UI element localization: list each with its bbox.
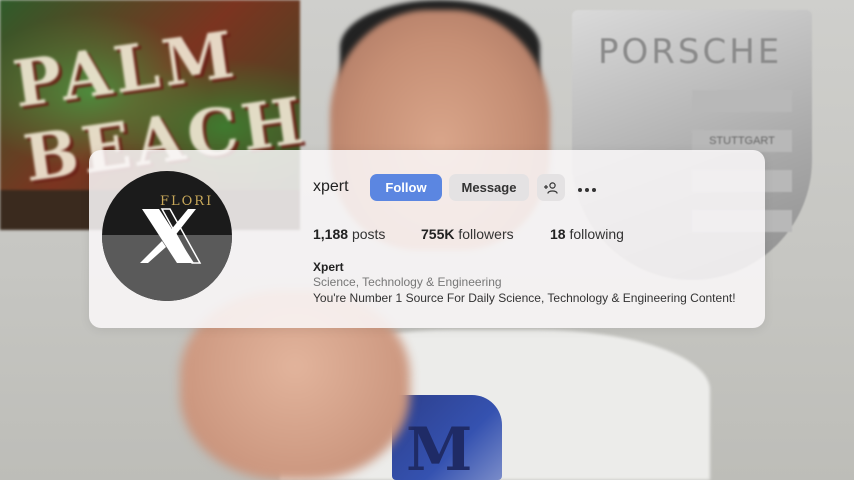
bio-description: You're Number 1 Source For Daily Science… — [313, 291, 736, 305]
following-label: following — [569, 226, 624, 242]
followers-stat[interactable]: 755K followers — [421, 226, 514, 242]
posts-count: 1,188 — [313, 226, 349, 242]
profile-username: xpert — [313, 178, 349, 195]
profile-avatar[interactable]: FLORI — [102, 171, 232, 301]
posts-label: posts — [351, 226, 386, 242]
profile-card: FLORI xpert Follow Message 1,188 posts 7… — [89, 150, 765, 328]
followers-label: followers — [458, 226, 514, 242]
posts-stat: 1,188 posts — [313, 226, 385, 242]
more-options-button[interactable] — [576, 178, 598, 196]
shirt-logo-letter: M — [406, 415, 473, 480]
crest-stripe — [692, 90, 792, 112]
followers-count: 755K — [421, 226, 455, 242]
video-frame: PALM BEACH PORSCHE STUTTGART M FLORI xpe… — [0, 0, 854, 480]
message-button[interactable]: Message — [449, 174, 529, 201]
following-stat[interactable]: 18 following — [550, 226, 624, 242]
ellipsis-icon — [578, 188, 596, 192]
follow-button[interactable]: Follow — [370, 174, 442, 201]
bio-category: Science, Technology & Engineering — [313, 275, 502, 289]
crest-text: PORSCHE — [598, 32, 783, 72]
x-logo-icon — [140, 208, 202, 264]
crest-badge: STUTTGART — [692, 130, 792, 152]
add-user-button[interactable] — [537, 174, 565, 201]
following-count: 18 — [550, 226, 566, 242]
bio-display-name: Xpert — [313, 260, 344, 274]
person-add-icon — [544, 181, 558, 194]
